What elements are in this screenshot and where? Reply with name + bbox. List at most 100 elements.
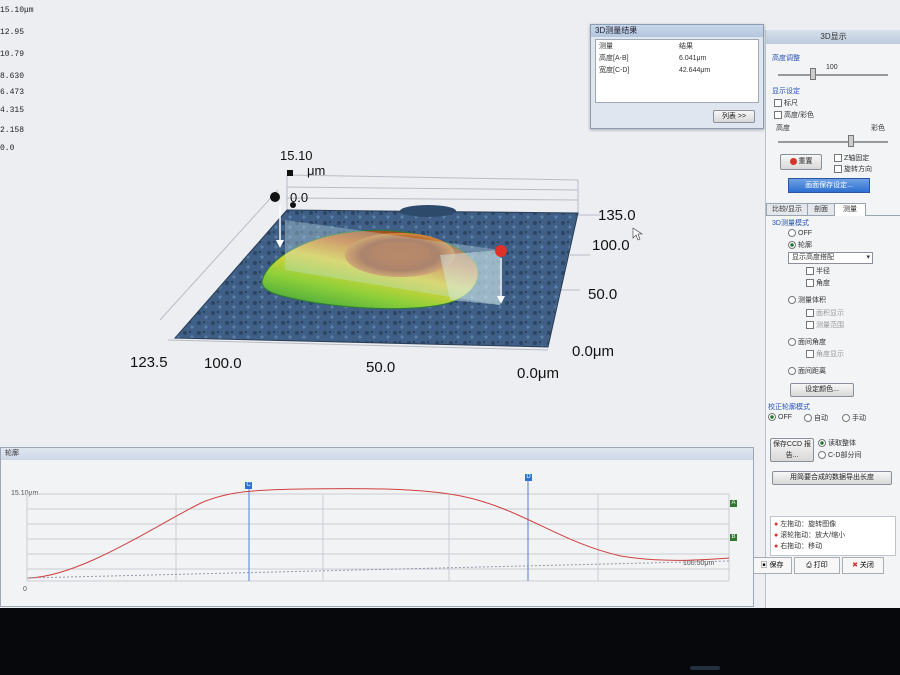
reset-button-label: 重置 bbox=[798, 158, 813, 165]
height-label: 高度 bbox=[776, 125, 790, 132]
tab-measure[interactable]: 测量 bbox=[834, 203, 866, 216]
save-all-radio[interactable]: 读取整体 bbox=[818, 438, 856, 448]
radio-label: 面间角度 bbox=[798, 339, 826, 346]
monitor-bezel bbox=[0, 608, 900, 675]
height-color-checkbox[interactable]: 高度/彩色 bbox=[774, 110, 814, 120]
checkbox-label: 面积显示 bbox=[816, 310, 844, 317]
y-tick: 100.0 bbox=[592, 237, 630, 254]
reset-button[interactable]: 重置 bbox=[780, 154, 822, 170]
angle-display-checkbox[interactable]: 角度显示 bbox=[806, 349, 844, 359]
radio-label: 自动 bbox=[814, 415, 828, 422]
x-tick: 0.0μm bbox=[517, 365, 559, 382]
save-cd-radio[interactable]: C-D部分间 bbox=[818, 450, 861, 460]
angle-checkbox[interactable]: 角度 bbox=[806, 278, 830, 288]
window-title: 3D测量结果 bbox=[591, 25, 763, 37]
set-color-button[interactable]: 设定颜色... bbox=[790, 383, 854, 397]
save-button[interactable]: ▣ 保存 bbox=[752, 557, 792, 574]
z-unit-label: μm bbox=[307, 163, 326, 178]
x-tick: 50.0 bbox=[366, 359, 396, 376]
col-header: 结果 bbox=[678, 43, 693, 50]
checkbox-box bbox=[806, 350, 814, 359]
radio-label: 轮廓 bbox=[798, 242, 812, 249]
marker-a-point bbox=[270, 192, 280, 202]
marker-b[interactable]: B bbox=[730, 534, 737, 541]
radio-dot bbox=[788, 367, 796, 376]
profile-grid bbox=[26, 493, 730, 582]
radio-surface-distance[interactable]: 面间距离 bbox=[788, 366, 826, 376]
checkbox-box bbox=[806, 267, 814, 276]
axis-fixed-checkbox[interactable]: Z轴固定 bbox=[834, 153, 869, 163]
correct-auto-radio[interactable]: 自动 bbox=[804, 413, 828, 423]
checkbox-label: 标尺 bbox=[784, 100, 798, 107]
tab-bar: 比较/显示 剖面 测量 bbox=[766, 203, 900, 216]
radio-dot bbox=[818, 439, 826, 448]
print-button[interactable]: ⎙ 打印 bbox=[794, 557, 840, 574]
ruler-checkbox[interactable]: 标尺 bbox=[774, 98, 798, 108]
y-tick: 135.0 bbox=[598, 207, 636, 224]
tab-compare-display[interactable]: 比较/显示 bbox=[766, 203, 808, 215]
blend-slider-thumb[interactable] bbox=[848, 135, 854, 147]
measure-mode-label: 3D测量模式 bbox=[772, 220, 809, 227]
marker-c[interactable]: C bbox=[245, 482, 252, 489]
rotate-checkbox[interactable]: 旋转方向 bbox=[834, 164, 872, 174]
color-label: 彩色 bbox=[871, 125, 885, 132]
checkbox-box bbox=[834, 165, 842, 174]
radio-profile[interactable]: 轮廓 bbox=[788, 240, 812, 250]
screen-save-settings-button[interactable]: 画面保存设定... bbox=[788, 178, 870, 193]
table-row[interactable]: 高度[A-B] 6.041μm bbox=[596, 52, 758, 64]
height-adjust-label: 高度调整 bbox=[772, 55, 800, 62]
marker-b-point bbox=[495, 245, 507, 257]
list-button[interactable]: 列表 >> bbox=[713, 110, 755, 123]
correct-off-radio[interactable]: OFF bbox=[768, 413, 792, 421]
blend-slider[interactable] bbox=[778, 141, 888, 143]
3d-display-panel: 3D显示 高度调整 100 显示设定 标尺 高度/彩色 高度 彩色 重置 Z轴固… bbox=[765, 30, 900, 608]
height-slider[interactable] bbox=[778, 74, 888, 76]
radio-label: OFF bbox=[798, 229, 812, 237]
checkbox-box bbox=[774, 99, 782, 108]
printer-icon: ⎙ bbox=[806, 562, 812, 569]
correct-mode-label: 校正轮廓模式 bbox=[768, 404, 810, 411]
marker-a[interactable]: A bbox=[730, 500, 737, 507]
tab-section[interactable]: 剖面 bbox=[807, 203, 835, 215]
height-match-dropdown[interactable]: 显示高度搭配 ▾ bbox=[788, 252, 873, 264]
radio-dot bbox=[788, 296, 796, 305]
area-display-checkbox[interactable]: 面积显示 bbox=[806, 308, 844, 318]
print-button-label: 打印 bbox=[813, 562, 828, 569]
marker-d[interactable]: D bbox=[525, 474, 532, 481]
measure-range-checkbox[interactable]: 测量范围 bbox=[806, 320, 844, 330]
height-value: 100 bbox=[826, 64, 838, 71]
checkbox-label: 旋转方向 bbox=[844, 166, 872, 173]
checkbox-label: 测量范围 bbox=[816, 322, 844, 329]
z-zero-label: 0.0 bbox=[290, 190, 309, 205]
checkbox-box bbox=[806, 279, 814, 288]
radio-label: OFF bbox=[778, 413, 792, 421]
screen: 15.10μm 12.95 10.79 8.630 6.473 4.315 2.… bbox=[0, 0, 900, 608]
radio-label: C-D部分间 bbox=[828, 452, 862, 459]
row-item: 高度[A-B] bbox=[599, 55, 629, 62]
table-row[interactable]: 宽度[C-D] 42.644μm bbox=[596, 64, 758, 76]
height-slider-thumb[interactable] bbox=[810, 68, 816, 80]
measurement-result-window[interactable]: 3D测量结果 测量 结果 高度[A-B] 6.041μm 宽度[C-D] 42.644… bbox=[590, 24, 764, 129]
profile-chart[interactable] bbox=[1, 448, 753, 606]
radio-label: 手动 bbox=[852, 415, 866, 422]
close-button[interactable]: ✖ 关闭 bbox=[842, 557, 884, 574]
save-icon: ▣ bbox=[760, 562, 768, 569]
close-icon: ✖ bbox=[852, 562, 858, 569]
correct-manual-radio[interactable]: 手动 bbox=[842, 413, 866, 423]
mouse-cursor bbox=[632, 227, 643, 241]
reset-icon bbox=[789, 157, 797, 165]
profile-line bbox=[28, 488, 730, 579]
chevron-down-icon: ▾ bbox=[866, 254, 870, 261]
radio-volume[interactable]: 测量体积 bbox=[788, 295, 826, 305]
radio-surface-angle[interactable]: 面间角度 bbox=[788, 337, 826, 347]
display-settings-label: 显示设定 bbox=[772, 88, 800, 95]
radio-label: 面间距离 bbox=[798, 368, 826, 375]
export-length-button[interactable]: 用简要合成的数据导出长度 bbox=[772, 471, 892, 485]
profile-window[interactable]: 轮廓 15.10μm 0 100.50μm C D A B bbox=[0, 447, 754, 607]
mouse-icon: ● bbox=[774, 532, 779, 539]
save-ccd-report-button[interactable]: 保存CCD 报告... bbox=[770, 438, 814, 462]
radio-off[interactable]: OFF bbox=[788, 229, 812, 237]
radius-checkbox[interactable]: 半径 bbox=[806, 266, 830, 276]
help-text: 左拖动：旋转图像 bbox=[780, 521, 837, 528]
radio-dot bbox=[788, 229, 796, 237]
